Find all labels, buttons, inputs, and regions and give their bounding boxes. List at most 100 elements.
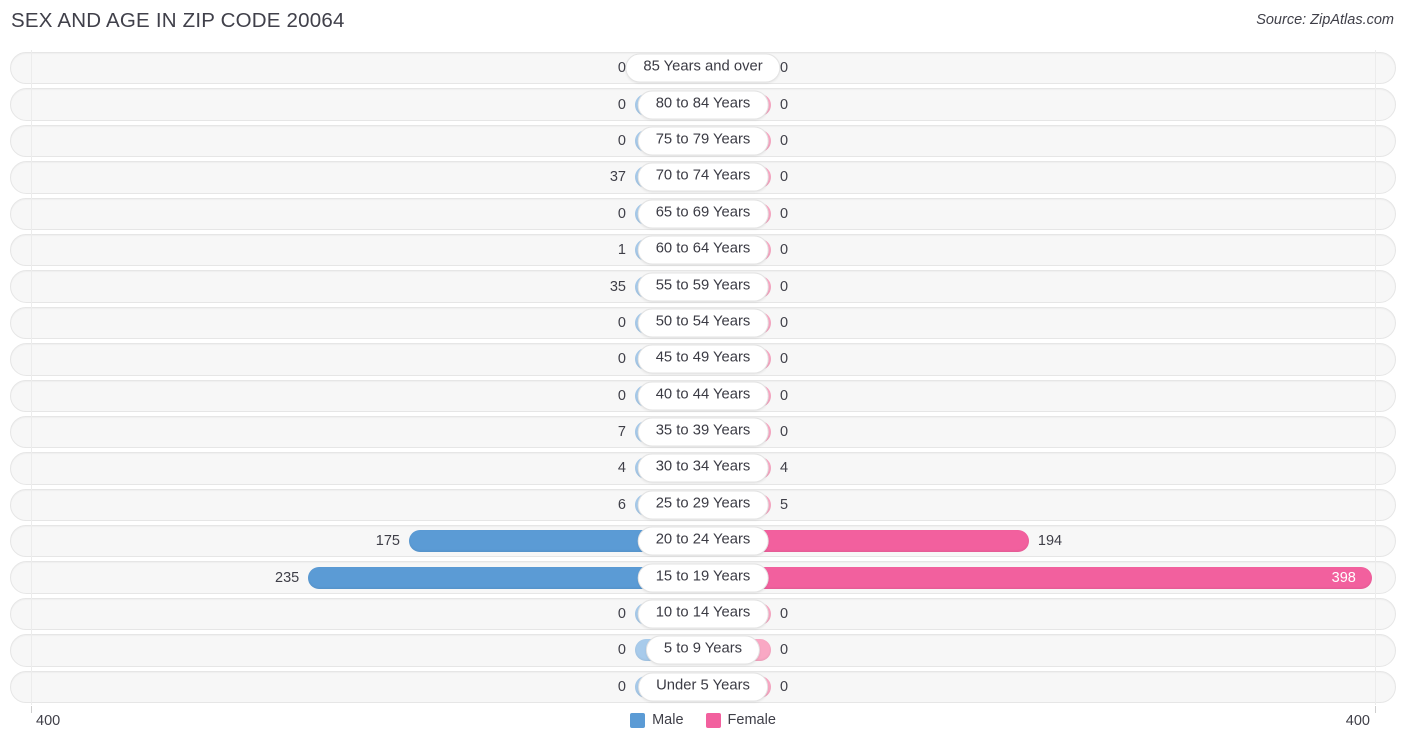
age-group-label: 50 to 54 Years: [637, 308, 769, 338]
legend-swatch-male-icon: [630, 712, 646, 728]
gridline-left: [31, 159, 32, 196]
gridline-right: [1375, 341, 1376, 378]
chart-page: SEX AND AGE IN ZIP CODE 20064 Source: Zi…: [0, 0, 1406, 740]
gridline-left: [31, 268, 32, 305]
age-group-label: 35 to 39 Years: [637, 417, 769, 447]
table-row[interactable]: 6 5 25 to 29 Years: [0, 486, 1406, 524]
value-female: 0: [780, 205, 789, 222]
gridline-right: [1375, 595, 1376, 633]
gridline-left: [31, 595, 32, 633]
value-male: 7: [617, 423, 626, 440]
value-female: 0: [780, 278, 789, 295]
gridline-right: [1375, 523, 1376, 560]
gridline-right: [1375, 486, 1376, 524]
age-group-label: 20 to 24 Years: [637, 526, 769, 556]
table-row[interactable]: 0 0 40 to 44 Years: [0, 377, 1406, 414]
age-group-label: 55 to 59 Years: [637, 272, 769, 302]
table-row[interactable]: 4 4 30 to 34 Years: [0, 450, 1406, 487]
table-row[interactable]: 0 0 50 to 54 Years: [0, 304, 1406, 342]
table-row[interactable]: 0 0 75 to 79 Years: [0, 122, 1406, 160]
value-male: 0: [617, 351, 626, 368]
chart-header: SEX AND AGE IN ZIP CODE 20064 Source: Zi…: [0, 0, 1406, 46]
value-male: 0: [617, 96, 626, 113]
legend-item-female[interactable]: Female: [705, 712, 776, 728]
age-group-label: 75 to 79 Years: [637, 126, 769, 156]
value-female: 4: [780, 460, 789, 477]
value-female: 0: [780, 132, 789, 149]
value-female: 0: [780, 423, 789, 440]
gridline-right: [1375, 413, 1376, 451]
gridline-left: [31, 668, 32, 706]
legend-label-female: Female: [727, 712, 776, 728]
table-row[interactable]: 0 0 5 to 9 Years: [0, 632, 1406, 669]
age-group-label: 25 to 29 Years: [637, 490, 769, 520]
value-female: 0: [780, 241, 789, 258]
value-female: 0: [780, 387, 789, 404]
gridline-right: [1375, 559, 1376, 596]
gridline-right: [1375, 86, 1376, 123]
table-row[interactable]: 235 398 15 to 19 Years: [0, 559, 1406, 596]
gridline-left: [31, 413, 32, 451]
value-male: 4: [617, 460, 626, 477]
value-male: 6: [617, 496, 626, 513]
value-female: 0: [780, 59, 789, 76]
legend-label-male: Male: [652, 712, 684, 728]
table-row[interactable]: 0 0 80 to 84 Years: [0, 86, 1406, 123]
table-row[interactable]: 0 0 85 Years and over: [0, 50, 1406, 87]
table-row[interactable]: 35 0 55 to 59 Years: [0, 268, 1406, 305]
table-row[interactable]: 7 0 35 to 39 Years: [0, 413, 1406, 451]
value-male: 0: [617, 605, 626, 622]
gridline-left: [31, 523, 32, 560]
legend-item-male[interactable]: Male: [630, 712, 684, 728]
value-male: 0: [617, 314, 626, 331]
gridline-left: [31, 559, 32, 596]
value-female: 398: [1331, 569, 1356, 586]
gridline-right: [1375, 268, 1376, 305]
value-female: 0: [780, 605, 789, 622]
value-male: 0: [617, 678, 626, 695]
legend-swatch-female-icon: [705, 712, 721, 728]
value-male: 235: [275, 569, 300, 586]
gridline-left: [31, 195, 32, 232]
age-group-label: 85 Years and over: [625, 53, 781, 83]
value-male: 1: [617, 241, 626, 258]
gridline-left: [31, 632, 32, 669]
value-male: 35: [609, 278, 626, 295]
gridline-left: [31, 86, 32, 123]
gridline-left: [31, 450, 32, 487]
table-row[interactable]: 0 0 65 to 69 Years: [0, 195, 1406, 232]
age-group-label: 40 to 44 Years: [637, 381, 769, 411]
value-male: 0: [617, 642, 626, 659]
value-female: 0: [780, 169, 789, 186]
value-male: 37: [609, 169, 626, 186]
page-title: SEX AND AGE IN ZIP CODE 20064: [11, 9, 345, 32]
age-group-label: Under 5 Years: [638, 672, 768, 702]
gridline-right: [1375, 377, 1376, 414]
gridline-right: [1375, 450, 1376, 487]
gridline-left: [31, 231, 32, 269]
age-rows: 0 0 85 Years and over 0 0 80 to 84 Years 0 0 75 …: [0, 50, 1406, 706]
value-female: 0: [780, 351, 789, 368]
gridline-left: [31, 304, 32, 342]
value-female: 5: [780, 496, 789, 513]
bar-female: [703, 566, 1372, 589]
gridline-left: [31, 486, 32, 524]
gridline-right: [1375, 668, 1376, 706]
age-group-label: 30 to 34 Years: [637, 453, 769, 483]
gridline-right: [1375, 195, 1376, 232]
gridline-right: [1375, 632, 1376, 669]
table-row[interactable]: 0 0 Under 5 Years: [0, 668, 1406, 706]
age-group-label: 80 to 84 Years: [637, 90, 769, 120]
table-row[interactable]: 37 0 70 to 74 Years: [0, 159, 1406, 196]
table-row[interactable]: 0 0 45 to 49 Years: [0, 341, 1406, 378]
gridline-left: [31, 122, 32, 160]
table-row[interactable]: 1 0 60 to 64 Years: [0, 231, 1406, 269]
age-group-label: 65 to 69 Years: [637, 199, 769, 229]
legend: Male Female: [0, 712, 1406, 728]
table-row[interactable]: 0 0 10 to 14 Years: [0, 595, 1406, 633]
table-row[interactable]: 175 194 20 to 24 Years: [0, 523, 1406, 560]
chart-footer: 400 400 Male Female: [0, 706, 1406, 740]
age-group-label: 60 to 64 Years: [637, 235, 769, 265]
age-group-label: 45 to 49 Years: [637, 344, 769, 374]
value-male: 0: [617, 387, 626, 404]
